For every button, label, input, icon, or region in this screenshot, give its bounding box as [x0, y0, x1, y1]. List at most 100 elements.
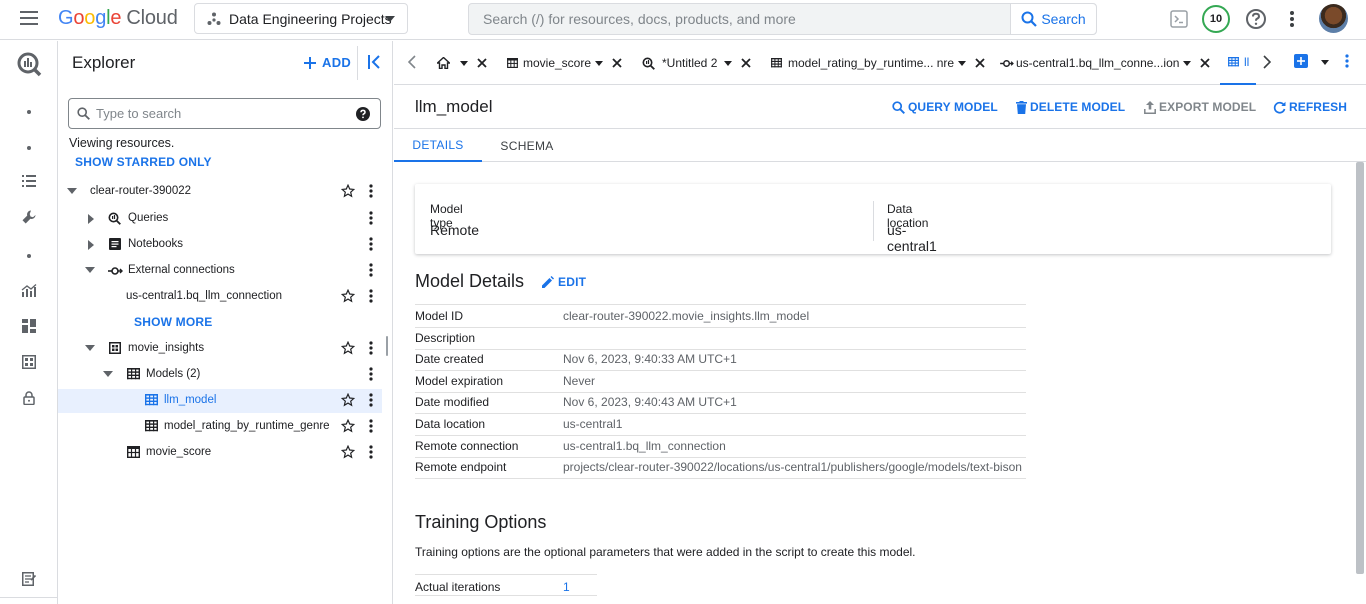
dashboard-icon[interactable]	[0, 319, 58, 333]
caret-down-icon[interactable]	[103, 371, 113, 377]
more-vert-icon[interactable]	[1289, 10, 1295, 28]
more-vert-icon[interactable]	[369, 445, 373, 459]
notification-badge[interactable]: 10	[1202, 5, 1230, 33]
chevron-left-icon[interactable]	[408, 55, 416, 69]
caret-right-icon[interactable]	[88, 240, 94, 250]
wrench-icon[interactable]	[0, 210, 58, 224]
star-icon[interactable]	[341, 419, 355, 433]
tree-item-rating-model[interactable]: model_rating_by_runtime_genre	[58, 415, 382, 439]
close-icon[interactable]	[612, 58, 622, 68]
delete-model-button[interactable]: DELETE MODEL	[1016, 100, 1125, 114]
close-icon[interactable]	[975, 58, 985, 68]
nav-dot-icon[interactable]	[0, 146, 58, 150]
search-button[interactable]: Search	[1010, 4, 1096, 34]
caret-down-icon[interactable]	[85, 345, 95, 351]
tree-item-connection[interactable]: us-central1.bq_llm_connection	[58, 285, 382, 309]
viewing-resources-text: Viewing resources.	[69, 136, 175, 150]
tab-rating-model[interactable]: model_rating_by_runtime... nre	[771, 41, 985, 85]
tab-connection[interactable]: us-central1.bq_llm_conne...ion	[1000, 41, 1211, 85]
more-vert-icon[interactable]	[369, 289, 373, 303]
caret-down-icon[interactable]	[958, 60, 967, 66]
tab-schema[interactable]: SCHEMA	[482, 129, 572, 162]
export-model-button[interactable]: EXPORT MODEL	[1144, 100, 1256, 114]
explorer-scrollbar[interactable]	[386, 336, 388, 356]
tree-item-queries[interactable]: Queries	[58, 207, 382, 231]
tab-home[interactable]	[437, 41, 487, 85]
hamburger-menu-icon[interactable]	[20, 10, 42, 30]
cloud-shell-icon[interactable]	[1170, 10, 1188, 28]
more-vert-icon[interactable]	[369, 184, 373, 198]
more-vert-icon[interactable]	[369, 419, 373, 433]
more-vert-icon[interactable]	[369, 237, 373, 251]
project-hub-icon	[207, 12, 221, 26]
caret-down-icon[interactable]	[724, 60, 733, 66]
tree-item-llm-model[interactable]: llm_model	[58, 389, 382, 413]
top-bar: Google Cloud Data Engineering Projects Se…	[0, 0, 1366, 40]
tab-details[interactable]: DETAILS	[394, 129, 482, 162]
refresh-label: REFRESH	[1289, 100, 1348, 114]
project-picker[interactable]: Data Engineering Projects	[194, 3, 408, 34]
global-search-input[interactable]	[469, 4, 1010, 34]
caret-down-icon[interactable]	[460, 60, 468, 66]
close-icon[interactable]	[741, 58, 752, 68]
more-vert-icon[interactable]	[1345, 54, 1349, 68]
lock-icon[interactable]	[0, 391, 58, 405]
show-more-link[interactable]: SHOW MORE	[134, 315, 212, 329]
google-cloud-logo[interactable]: Google Cloud	[58, 7, 178, 30]
more-vert-icon[interactable]	[369, 211, 373, 225]
release-notes-icon[interactable]	[0, 572, 58, 586]
explorer-panel: Explorer ADD Viewing resources. SHOW STA…	[58, 41, 393, 604]
table-view-icon[interactable]	[0, 355, 58, 369]
logo-letter: G	[58, 7, 74, 29]
add-button[interactable]: ADD	[304, 55, 351, 70]
user-avatar[interactable]	[1319, 4, 1348, 33]
caret-down-icon[interactable]	[1183, 60, 1192, 66]
tab-untitled-query[interactable]: *Untitled 2	[642, 41, 752, 85]
nav-dot-icon[interactable]	[0, 254, 58, 258]
bigquery-icon[interactable]	[0, 51, 58, 77]
analytics-icon[interactable]	[0, 284, 58, 298]
star-icon[interactable]	[341, 445, 355, 459]
star-icon[interactable]	[341, 289, 355, 303]
tab-movie-score[interactable]: movie_score	[507, 41, 622, 85]
tree-item-dataset[interactable]: movie_insights	[58, 337, 382, 361]
close-icon[interactable]	[1200, 58, 1211, 68]
star-icon[interactable]	[341, 393, 355, 407]
tab-label: ll	[1244, 55, 1250, 69]
star-icon[interactable]	[341, 184, 355, 198]
nav-dot-icon[interactable]	[0, 110, 58, 114]
global-search: Search	[468, 3, 1097, 35]
more-vert-icon[interactable]	[369, 367, 373, 381]
query-model-button[interactable]: QUERY MODEL	[892, 100, 998, 114]
tab-llm-model[interactable]: ll	[1220, 41, 1256, 85]
collapse-panel-icon[interactable]	[368, 55, 381, 69]
edit-details-button[interactable]: EDIT	[542, 275, 586, 289]
tree-item-notebooks[interactable]: Notebooks	[58, 233, 382, 257]
caret-down-icon[interactable]	[1321, 60, 1329, 65]
caret-down-icon[interactable]	[67, 188, 77, 194]
tree-item-project[interactable]: clear-router-390022	[58, 180, 382, 204]
chevron-right-icon[interactable]	[1263, 55, 1271, 69]
more-vert-icon[interactable]	[369, 341, 373, 355]
more-vert-icon[interactable]	[369, 263, 373, 277]
help-icon[interactable]	[1245, 8, 1267, 30]
caret-down-icon[interactable]	[595, 60, 604, 66]
tree-item-label: model_rating_by_runtime_genre	[164, 420, 330, 432]
tree-item-external-connections[interactable]: External connections	[58, 259, 382, 283]
tree-item-models-folder[interactable]: Models (2)	[58, 363, 382, 387]
table-row: Description	[415, 328, 1026, 350]
content-scrollbar[interactable]	[1356, 162, 1364, 574]
refresh-button[interactable]: REFRESH	[1273, 100, 1347, 114]
help-filled-icon[interactable]	[356, 107, 370, 121]
list-icon[interactable]	[0, 175, 58, 187]
explorer-search-input[interactable]	[96, 106, 346, 121]
tree-item-movie-score[interactable]: movie_score	[58, 441, 382, 465]
caret-down-icon[interactable]	[85, 267, 95, 273]
more-vert-icon[interactable]	[369, 393, 373, 407]
resource-subtabs: DETAILS SCHEMA	[394, 128, 1366, 162]
caret-right-icon[interactable]	[88, 214, 94, 224]
close-icon[interactable]	[477, 58, 487, 68]
add-tab-icon[interactable]	[1294, 54, 1308, 68]
star-icon[interactable]	[341, 341, 355, 355]
show-starred-only-link[interactable]: SHOW STARRED ONLY	[75, 155, 212, 169]
